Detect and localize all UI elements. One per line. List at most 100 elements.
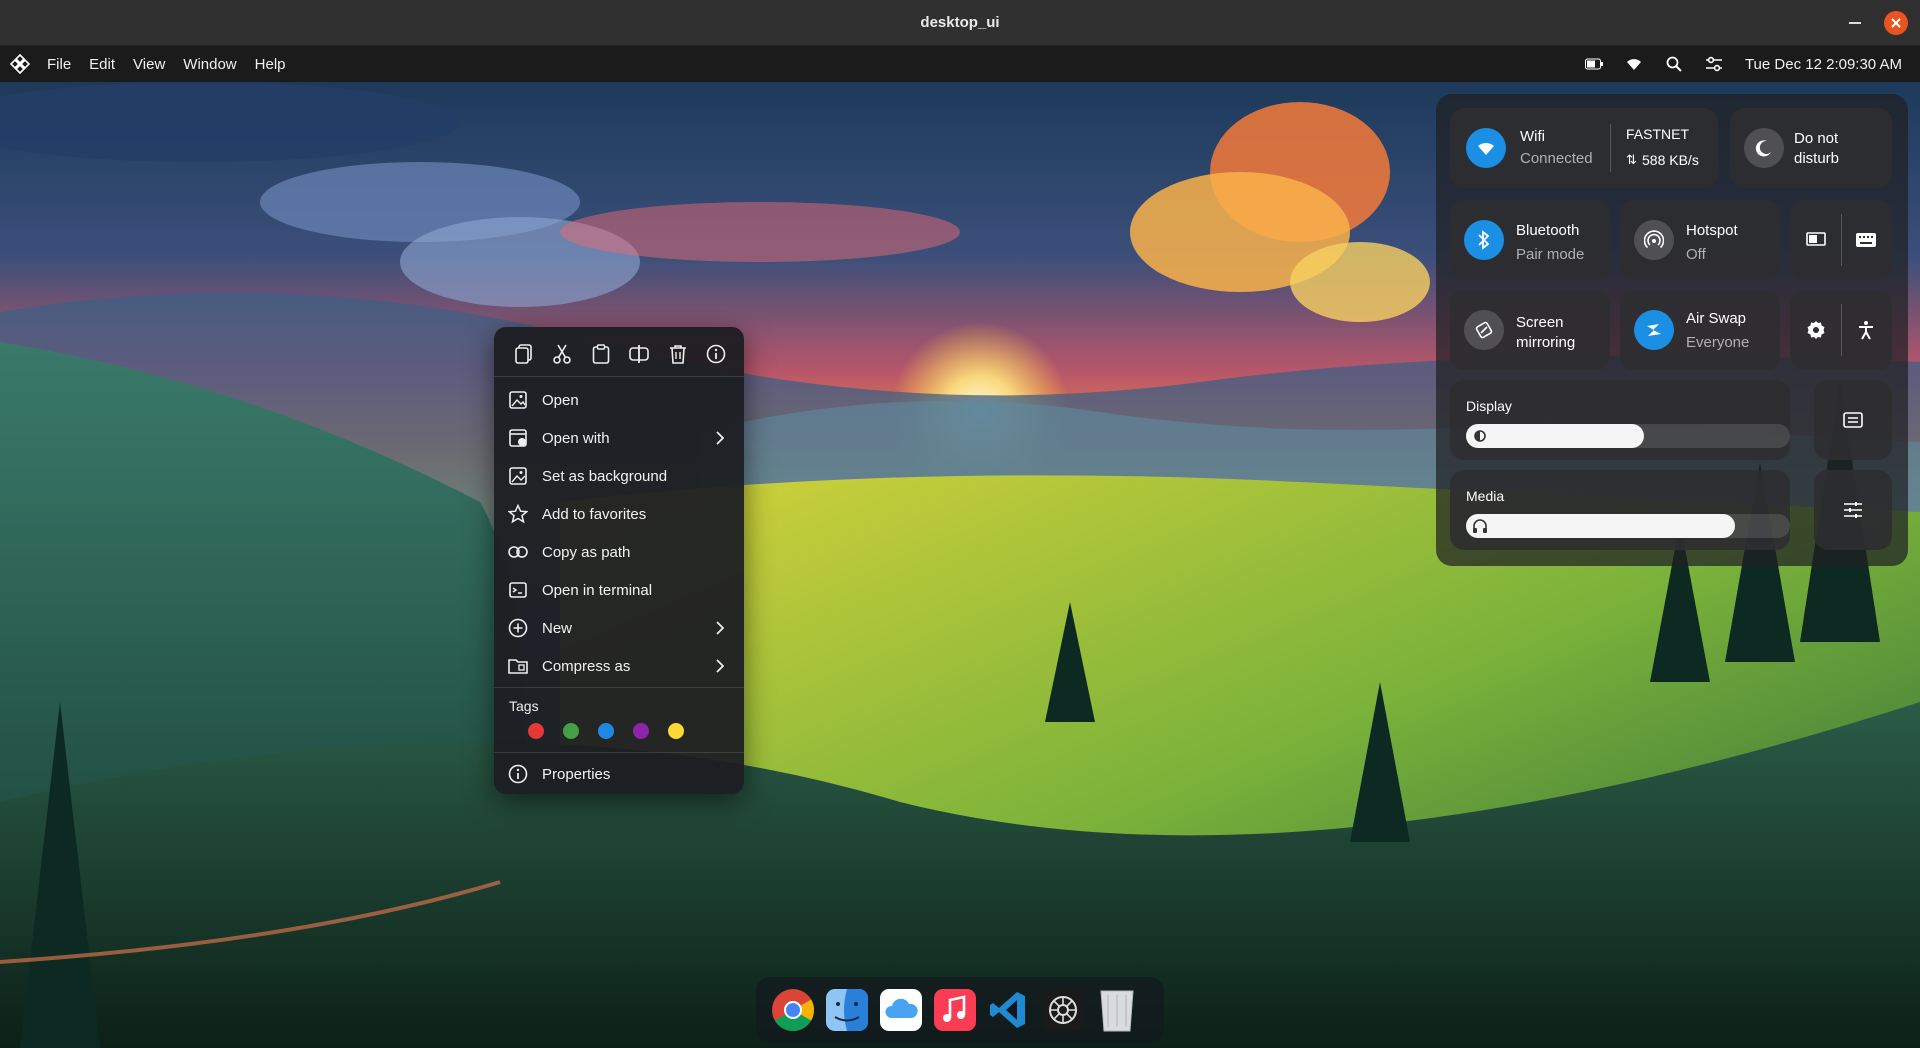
close-icon xyxy=(1891,18,1901,28)
media-slider-fill xyxy=(1466,514,1735,538)
terminal-icon xyxy=(508,580,528,600)
menu-item-compress[interactable]: Compress as xyxy=(494,647,744,685)
link-icon xyxy=(508,542,528,562)
divider xyxy=(1841,214,1842,266)
hotspot-status: Off xyxy=(1686,246,1706,263)
dock-app-settings[interactable] xyxy=(1038,985,1088,1035)
wifi-tile[interactable]: Wifi Connected FASTNET ⇅ 588 KB/s xyxy=(1450,108,1718,188)
menu-item-label: Add to favorites xyxy=(542,505,647,523)
dock-app-vscode[interactable] xyxy=(984,985,1034,1035)
bluetooth-status: Pair mode xyxy=(1516,246,1585,263)
wifi-icon[interactable] xyxy=(1625,55,1643,73)
close-button[interactable] xyxy=(1884,11,1908,35)
media-slider[interactable] xyxy=(1466,514,1790,538)
info-icon[interactable] xyxy=(703,340,731,368)
display-label: Display xyxy=(1466,398,1512,414)
tag-purple[interactable] xyxy=(633,723,649,739)
gear-icon[interactable] xyxy=(1802,316,1830,344)
dock-app-finder[interactable] xyxy=(822,985,872,1035)
wifi-status: Connected xyxy=(1520,150,1593,167)
wallpaper-icon xyxy=(508,466,528,486)
menu-item-set-background[interactable]: Set as background xyxy=(494,457,744,495)
cut-icon[interactable] xyxy=(549,340,577,368)
equalizer-icon[interactable] xyxy=(1839,496,1867,524)
divider xyxy=(1841,304,1842,356)
menu-item-label: Compress as xyxy=(542,657,631,675)
info-icon xyxy=(508,764,528,784)
dock-app-music[interactable] xyxy=(930,985,980,1035)
menu-help[interactable]: Help xyxy=(248,56,297,73)
separator xyxy=(494,752,744,753)
paste-icon[interactable] xyxy=(587,340,615,368)
search-icon[interactable] xyxy=(1665,55,1683,73)
hotspot-icon[interactable] xyxy=(1634,220,1674,260)
tags-row xyxy=(494,718,744,750)
wifi-network: FASTNET xyxy=(1626,126,1690,142)
menu-view[interactable]: View xyxy=(126,56,176,73)
bluetooth-icon[interactable] xyxy=(1464,220,1504,260)
menu-item-new[interactable]: New xyxy=(494,609,744,647)
dock-app-icloud[interactable] xyxy=(876,985,926,1035)
settings-toggle-icon[interactable] xyxy=(1705,55,1723,73)
menu-item-label: Set as background xyxy=(542,467,668,485)
media-slider-tile: Media xyxy=(1450,470,1790,550)
menu-item-label: Open in terminal xyxy=(542,581,653,599)
menu-item-open-terminal[interactable]: Open in terminal xyxy=(494,571,744,609)
menu-item-label: Copy as path xyxy=(542,543,631,561)
hotspot-title: Hotspot xyxy=(1686,222,1738,239)
display-options-tile[interactable] xyxy=(1814,380,1892,460)
open-with-icon xyxy=(508,428,528,448)
chevron-right-icon xyxy=(712,619,728,637)
menu-item-properties[interactable]: Properties xyxy=(494,755,744,793)
screen-mirroring-title-2: mirroring xyxy=(1516,334,1576,351)
monitor-icon[interactable] xyxy=(1802,226,1830,254)
accessibility-icon[interactable] xyxy=(1852,316,1880,344)
copy-icon[interactable] xyxy=(510,340,538,368)
wifi-title: Wifi xyxy=(1520,128,1545,145)
menu-item-open[interactable]: Open xyxy=(494,381,744,419)
hotspot-tile[interactable]: Hotspot Off xyxy=(1620,200,1780,280)
air-swap-icon[interactable] xyxy=(1634,310,1674,350)
air-swap-tile[interactable]: Air Swap Everyone xyxy=(1620,290,1780,370)
menu-item-open-with[interactable]: Open with xyxy=(494,419,744,457)
headphones-icon xyxy=(1472,518,1488,534)
tag-red[interactable] xyxy=(528,723,544,739)
menu-item-label: Properties xyxy=(542,765,611,783)
quick-settings-panel: Wifi Connected FASTNET ⇅ 588 KB/s Do not… xyxy=(1436,94,1908,566)
tag-blue[interactable] xyxy=(598,723,614,739)
menu-file[interactable]: File xyxy=(40,56,82,73)
menu-edit[interactable]: Edit xyxy=(82,56,126,73)
minimize-icon xyxy=(1849,22,1861,24)
menu-item-add-favorites[interactable]: Add to favorites xyxy=(494,495,744,533)
menu-item-copy-path[interactable]: Copy as path xyxy=(494,533,744,571)
image-icon xyxy=(508,390,528,410)
menu-item-label: Open with xyxy=(542,429,610,447)
tag-green[interactable] xyxy=(563,723,579,739)
media-options-tile[interactable] xyxy=(1814,470,1892,550)
menu-window[interactable]: Window xyxy=(176,56,247,73)
rename-icon[interactable] xyxy=(626,340,654,368)
dnd-tile[interactable]: Do not disturb xyxy=(1730,108,1892,188)
dock-app-chrome[interactable] xyxy=(768,985,818,1035)
system-logo-icon[interactable] xyxy=(0,46,40,82)
menu-bar: File Edit View Window Help Tue Dec 12 2:… xyxy=(0,46,1920,82)
display-settings-icon[interactable] xyxy=(1839,406,1867,434)
air-swap-title: Air Swap xyxy=(1686,310,1747,327)
wifi-icon[interactable] xyxy=(1466,128,1506,168)
tag-yellow[interactable] xyxy=(668,723,684,739)
battery-icon[interactable] xyxy=(1584,55,1603,73)
delete-icon[interactable] xyxy=(664,340,692,368)
clock[interactable]: Tue Dec 12 2:09:30 AM xyxy=(1745,56,1902,73)
context-items: Open Open with Set as background Add to … xyxy=(494,377,744,685)
wifi-speed: 588 KB/s xyxy=(1642,152,1699,168)
screen-mirroring-tile[interactable]: Screen mirroring xyxy=(1450,290,1610,370)
screen-mirroring-icon[interactable] xyxy=(1464,310,1504,350)
keyboard-icon[interactable] xyxy=(1852,226,1880,254)
display-slider[interactable] xyxy=(1466,424,1790,448)
media-label: Media xyxy=(1466,488,1505,504)
bluetooth-tile[interactable]: Bluetooth Pair mode xyxy=(1450,200,1610,280)
dock-app-trash[interactable] xyxy=(1092,985,1142,1035)
minimize-button[interactable] xyxy=(1844,12,1866,34)
chevron-right-icon xyxy=(712,657,728,675)
screen-mirroring-title: Screen xyxy=(1516,314,1564,331)
